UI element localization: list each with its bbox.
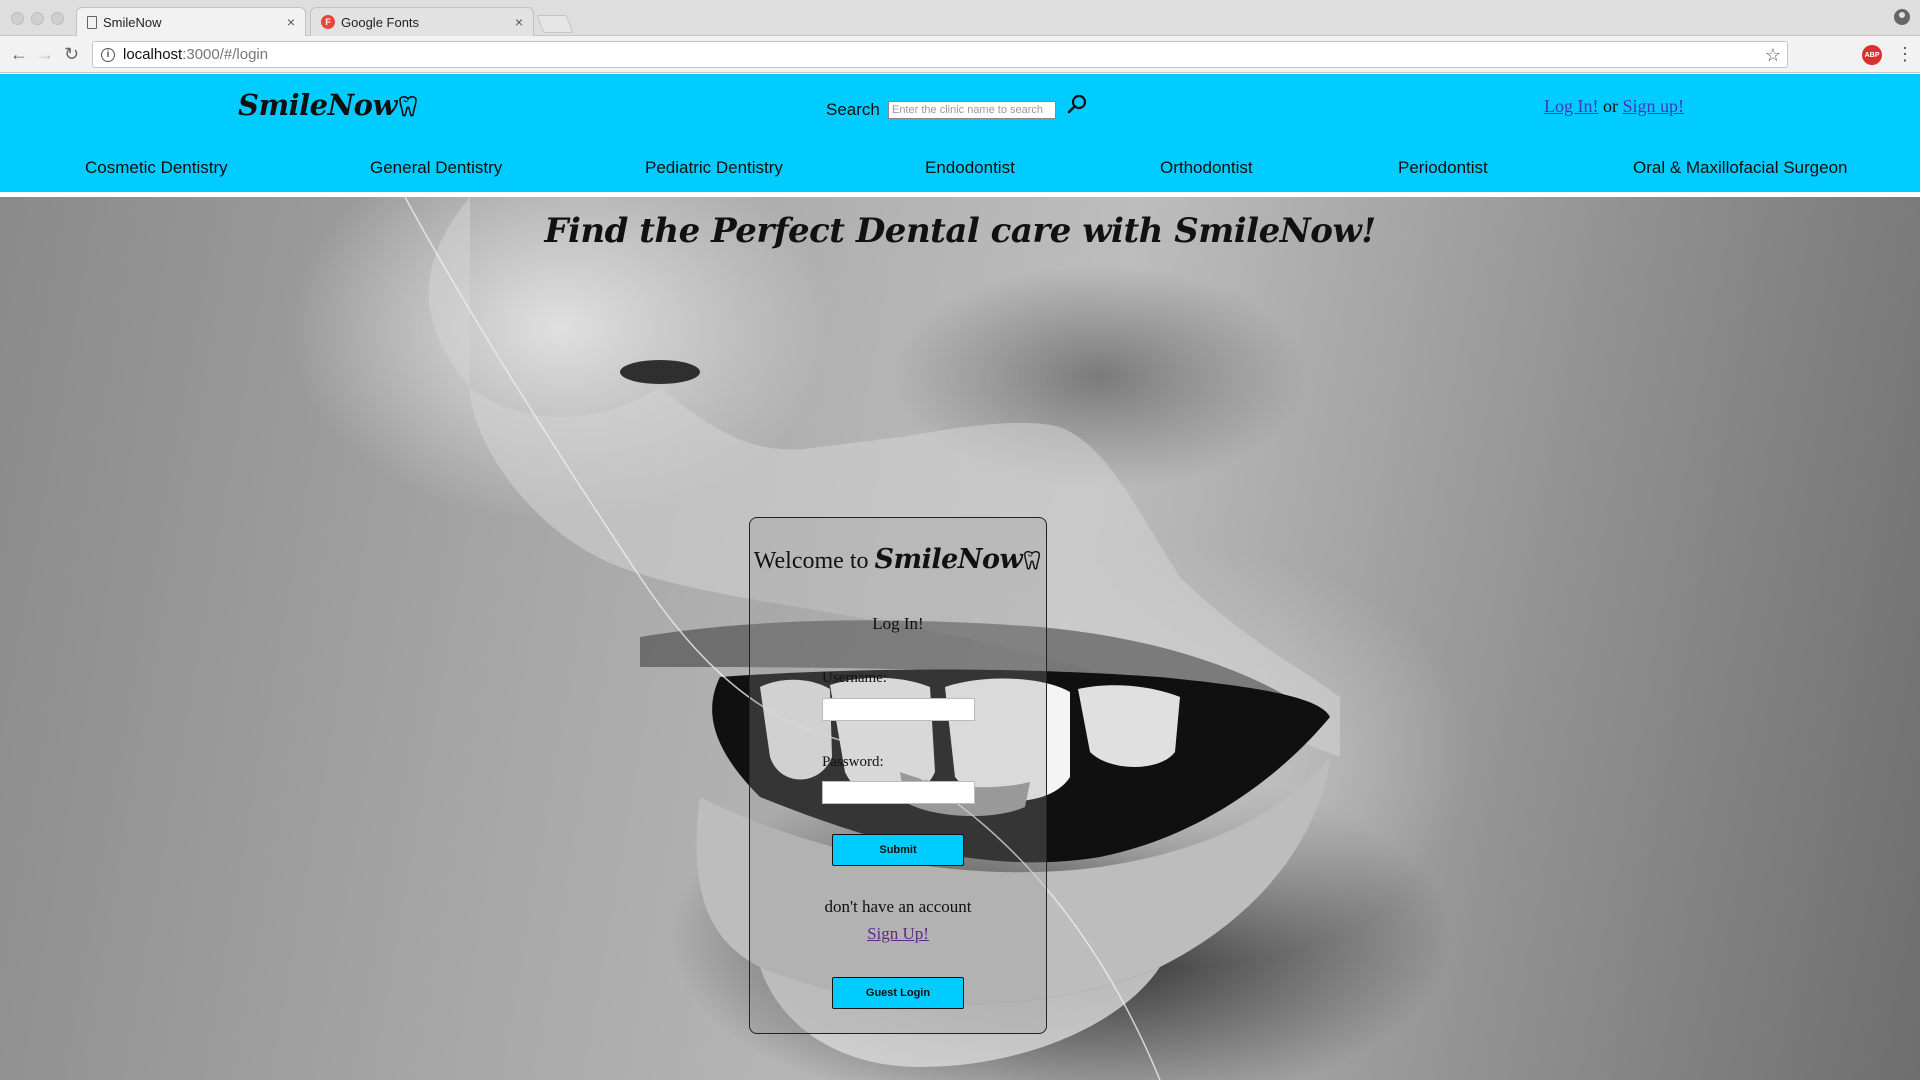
nav-item-orthodontist[interactable]: Orthodontist <box>1160 158 1253 178</box>
close-icon[interactable]: × <box>287 14 295 30</box>
submit-button[interactable]: Submit <box>832 834 964 866</box>
hero-title: Find the Perfect Dental care with SmileN… <box>544 211 1376 251</box>
forward-arrow-icon[interactable]: → <box>36 44 54 64</box>
nav-item-periodontist[interactable]: Periodontist <box>1398 158 1488 178</box>
adblock-plus-icon[interactable]: ABP <box>1862 45 1882 65</box>
bookmark-star-icon[interactable]: ☆ <box>1765 45 1781 66</box>
nav-item-oral-maxillofacial-surgeon[interactable]: Oral & Maxillofacial Surgeon <box>1633 158 1847 178</box>
nav-item-cosmetic-dentistry[interactable]: Cosmetic Dentistry <box>85 158 228 178</box>
auth-or-text: or <box>1602 96 1618 116</box>
guest-login-button[interactable]: Guest Login <box>832 977 964 1009</box>
back-arrow-icon[interactable]: ← <box>10 44 28 64</box>
hero-background: Find the Perfect Dental care with SmileN… <box>0 197 1920 1080</box>
profile-icon[interactable] <box>1894 9 1910 25</box>
search-icon[interactable] <box>1066 94 1088 116</box>
new-tab-button[interactable] <box>536 15 574 33</box>
url-path: :3000/#/login <box>182 46 269 63</box>
tab-smilenow[interactable]: SmileNow × <box>76 7 306 36</box>
login-card: Welcome to SmileNow Log In! Username: Pa… <box>749 517 1047 1034</box>
info-icon[interactable]: i <box>101 47 115 62</box>
category-nav: Cosmetic Dentistry General Dentistry Ped… <box>0 158 1920 184</box>
tooth-icon <box>399 96 417 117</box>
username-field[interactable] <box>822 698 975 721</box>
window-close-dot[interactable] <box>11 12 24 25</box>
browser-toolbar: ← → ↻ i localhost:3000/#/login ☆ ABP ⋮ <box>0 36 1920 73</box>
tab-title: SmileNow <box>103 14 162 30</box>
login-heading: Log In! <box>872 614 924 633</box>
welcome-text: Welcome to <box>753 548 869 574</box>
card-welcome: Welcome to SmileNow <box>750 544 1046 575</box>
card-signup-link[interactable]: Sign Up! <box>867 924 929 943</box>
window-zoom-dot[interactable] <box>51 12 64 25</box>
password-field[interactable] <box>822 781 975 804</box>
page-icon <box>87 15 97 29</box>
close-icon[interactable]: × <box>515 14 523 30</box>
browser-menu-icon[interactable]: ⋮ <box>1896 44 1914 65</box>
logo-text: SmileNow <box>238 88 397 122</box>
url-host: localhost <box>123 46 183 63</box>
site-logo[interactable]: SmileNow <box>238 88 419 122</box>
search-label: Search <box>826 100 880 119</box>
tooth-icon <box>1024 550 1041 570</box>
signup-link[interactable]: Sign up! <box>1622 96 1684 116</box>
address-bar[interactable]: i localhost:3000/#/login ☆ <box>92 41 1788 68</box>
browser-tab-bar: SmileNow × F Google Fonts × <box>0 0 1920 36</box>
nav-item-general-dentistry[interactable]: General Dentistry <box>370 158 502 178</box>
card-brand: SmileNow <box>874 544 1023 575</box>
clinic-search-input[interactable] <box>888 101 1056 119</box>
tab-google-fonts[interactable]: F Google Fonts × <box>310 7 534 36</box>
nav-item-pediatric-dentistry[interactable]: Pediatric Dentistry <box>645 158 783 178</box>
password-label: Password: <box>822 754 884 770</box>
login-link[interactable]: Log In! <box>1544 96 1598 116</box>
google-fonts-favicon: F <box>321 15 335 29</box>
auth-links: Log In! or Sign up! <box>1544 96 1684 117</box>
tab-title: Google Fonts <box>341 14 420 30</box>
window-minimize-dot[interactable] <box>31 12 44 25</box>
nav-item-endodontist[interactable]: Endodontist <box>925 158 1015 178</box>
signup-link-container: Sign Up! <box>750 924 1046 944</box>
reload-icon[interactable]: ↻ <box>64 44 79 64</box>
no-account-text: don't have an account <box>824 897 972 916</box>
site-header: SmileNow Search Log In! or Sign up! Cosm… <box>0 74 1920 192</box>
username-label: Username: <box>822 670 887 686</box>
